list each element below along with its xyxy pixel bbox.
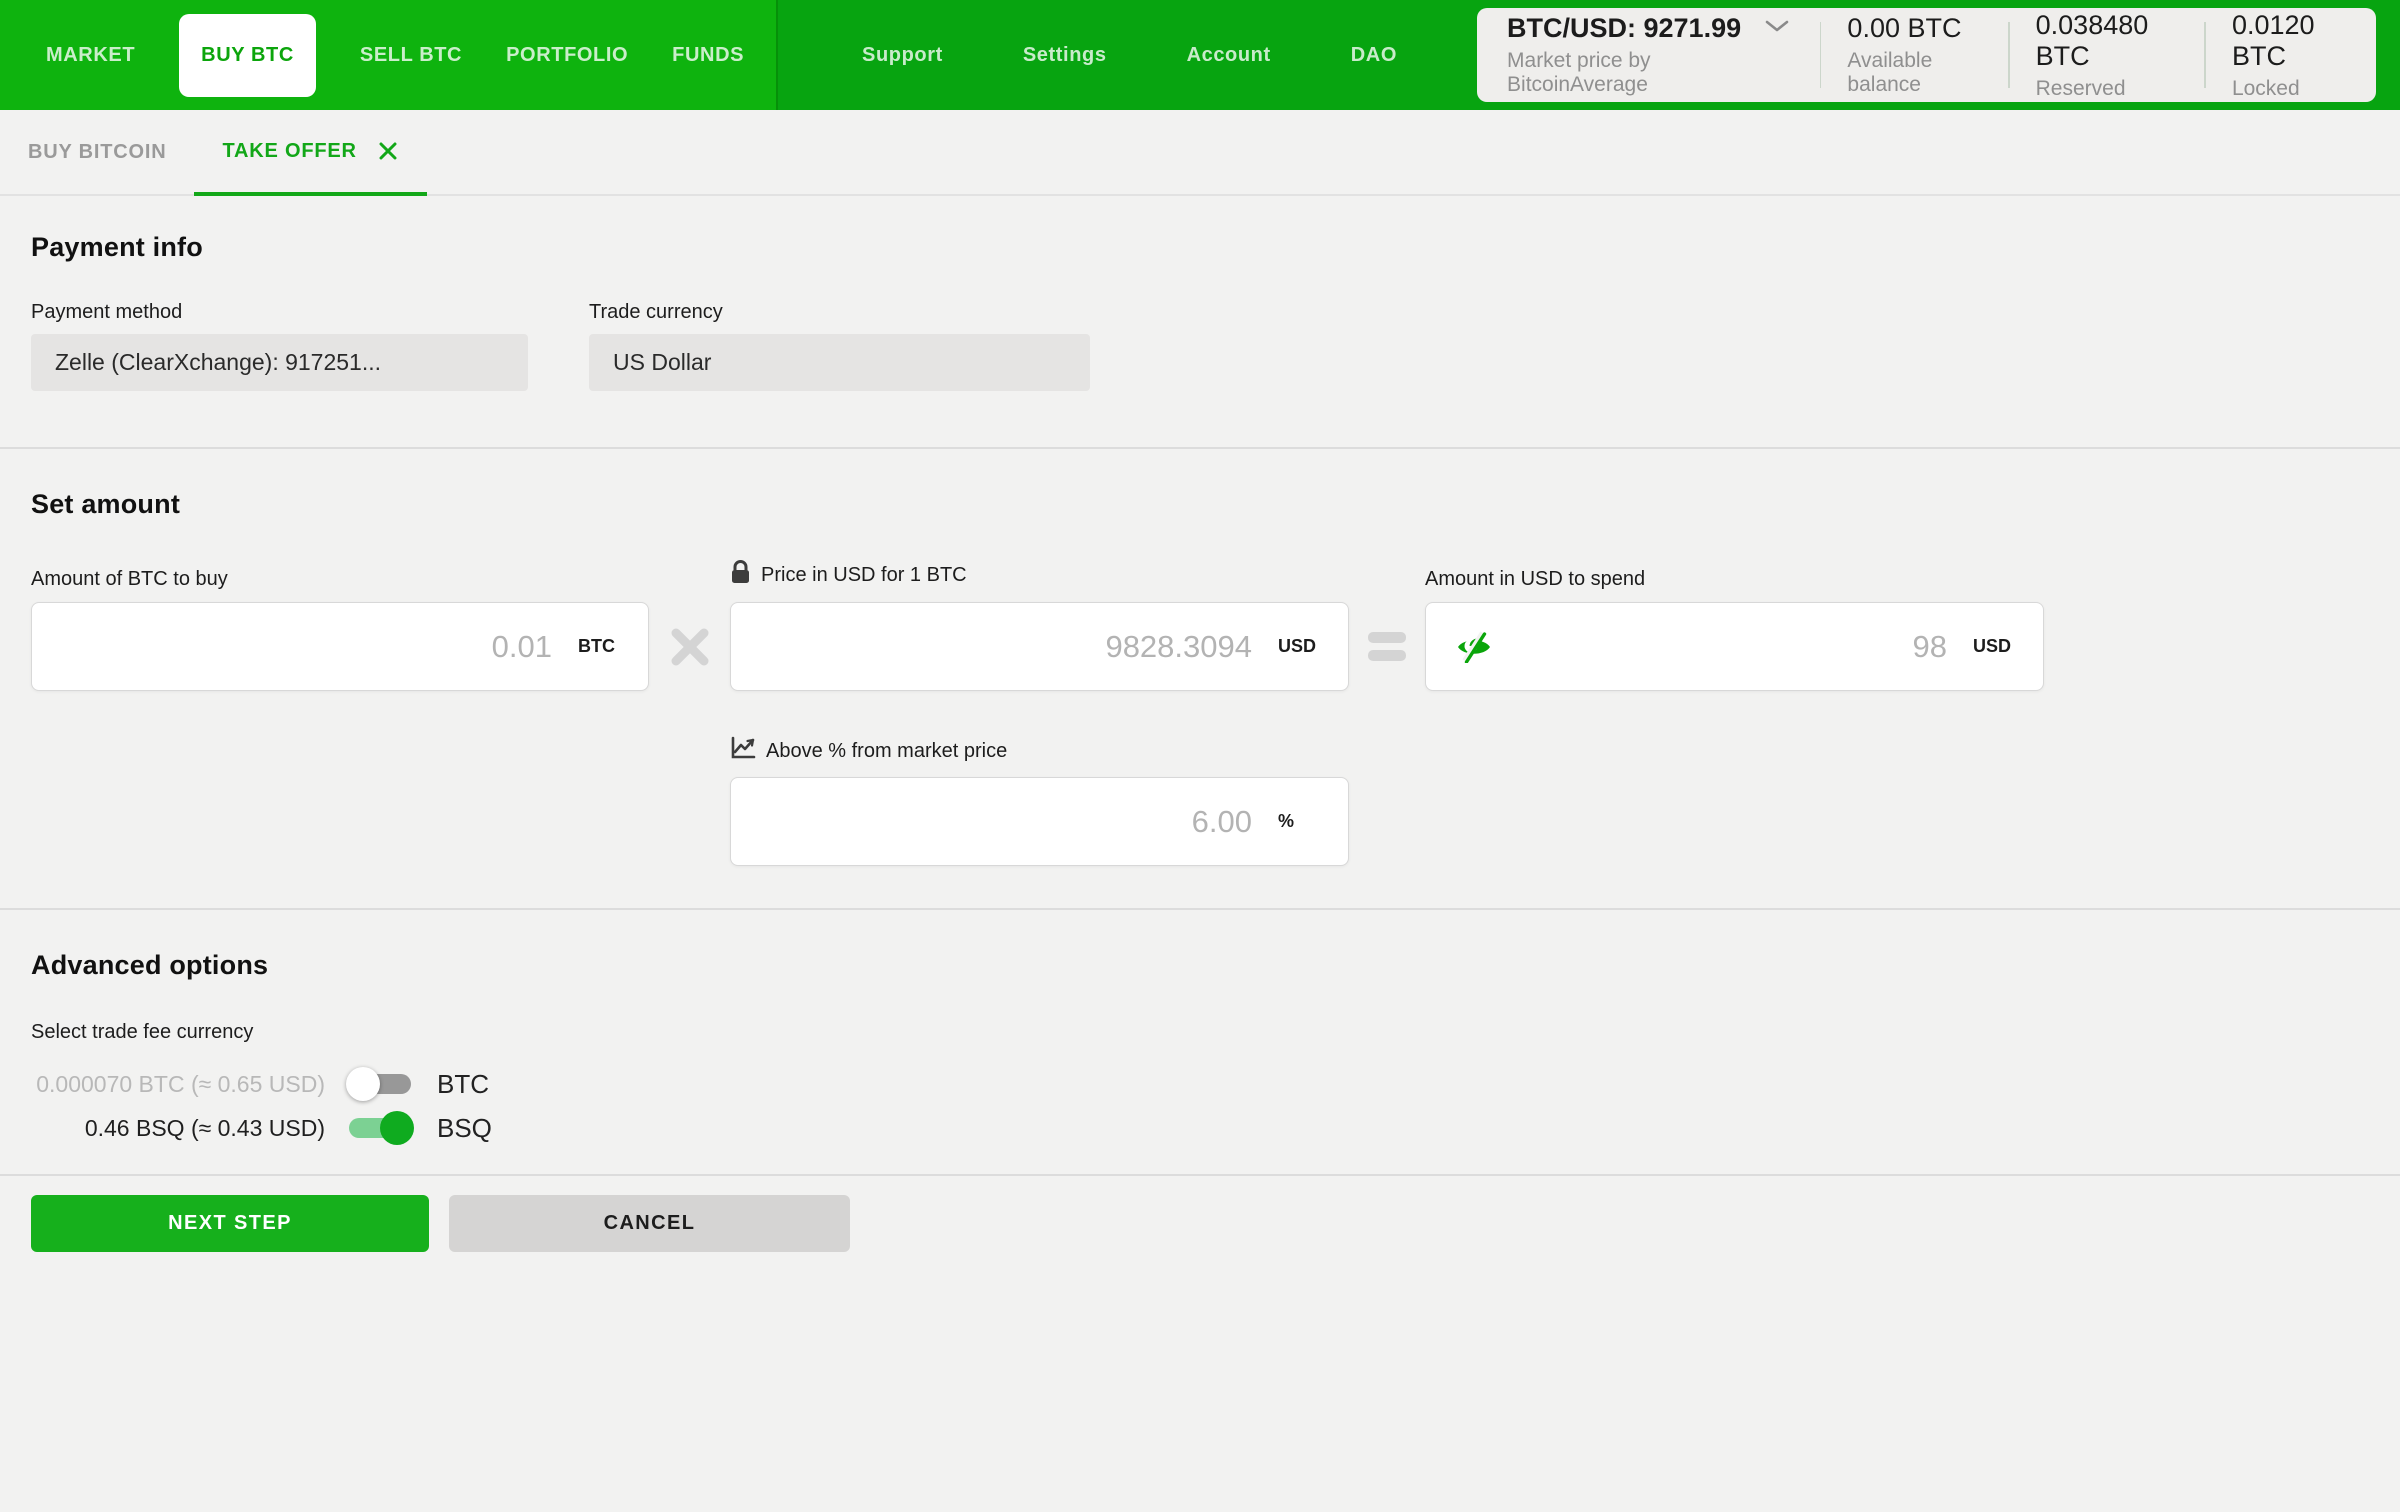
market-price-selector[interactable]: BTC/USD: 9271.99 Market price by Bitcoin… bbox=[1477, 8, 1820, 102]
payment-method-field: Zelle (ClearXchange): 917251... bbox=[31, 334, 528, 391]
cancel-button[interactable]: CANCEL bbox=[449, 1195, 850, 1252]
market-price-value: BTC/USD: 9271.99 bbox=[1507, 13, 1741, 44]
sub-tab-bar: BUY BITCOIN TAKE OFFER bbox=[0, 110, 2400, 196]
btc-toggle-label: BTC bbox=[437, 1069, 489, 1100]
amount-btc-input[interactable]: 0.01 BTC bbox=[31, 602, 649, 691]
locked-balance-label: Locked bbox=[2232, 77, 2350, 101]
close-icon[interactable] bbox=[377, 140, 399, 162]
nav-item-account[interactable]: Account bbox=[1187, 44, 1271, 67]
available-balance-label: Available balance bbox=[1847, 49, 1982, 97]
equals-icon bbox=[1349, 602, 1425, 691]
nav-item-sell-btc[interactable]: SELL BTC bbox=[360, 44, 462, 67]
percent-above-market-suffix: % bbox=[1278, 811, 1320, 832]
trade-currency-field: US Dollar bbox=[589, 334, 1090, 391]
market-price-source: Market price by BitcoinAverage bbox=[1507, 49, 1794, 97]
set-amount-title: Set amount bbox=[31, 489, 2400, 520]
advanced-options-section: Advanced options Select trade fee curren… bbox=[0, 910, 2400, 1174]
eye-off-icon bbox=[1454, 631, 1494, 663]
reserved-balance: 0.038480 BTC Reserved bbox=[2010, 8, 2205, 102]
tab-buy-bitcoin[interactable]: BUY BITCOIN bbox=[0, 110, 194, 194]
price-per-btc-suffix: USD bbox=[1278, 636, 1320, 657]
btc-fee-toggle[interactable] bbox=[349, 1074, 411, 1094]
bsq-fee-toggle[interactable] bbox=[349, 1118, 411, 1138]
amount-usd-label: Amount in USD to spend bbox=[1425, 568, 2044, 591]
price-per-btc-label: Price in USD for 1 BTC bbox=[761, 564, 967, 587]
available-balance: 0.00 BTC Available balance bbox=[1821, 8, 2008, 102]
fee-row-bsq: 0.46 BSQ (≈ 0.43 USD) BSQ bbox=[31, 1106, 2400, 1150]
nav-item-portfolio[interactable]: PORTFOLIO bbox=[506, 44, 628, 67]
payment-info-section: Payment info Payment method Zelle (Clear… bbox=[0, 196, 2400, 447]
set-amount-section: Set amount Amount of BTC to buy 0.01 BTC… bbox=[0, 449, 2400, 908]
percent-above-market-input[interactable]: 6.00 % bbox=[730, 777, 1349, 866]
bsq-toggle-label: BSQ bbox=[437, 1113, 492, 1144]
tab-take-offer-label: TAKE OFFER bbox=[222, 140, 356, 163]
price-per-btc-value: 9828.3094 bbox=[759, 629, 1252, 665]
nav-item-settings[interactable]: Settings bbox=[1023, 44, 1107, 67]
nav-item-buy-btc[interactable]: BUY BTC bbox=[179, 14, 316, 97]
action-buttons: NEXT STEP CANCEL bbox=[0, 1176, 2400, 1252]
main-nav-section: MARKET BUY BTC SELL BTC PORTFOLIO FUNDS bbox=[0, 0, 778, 110]
payment-method-value: Zelle (ClearXchange): 917251... bbox=[55, 349, 381, 376]
secondary-nav-section: Support Settings Account DAO BTC/USD: 92… bbox=[778, 0, 2400, 110]
amount-usd-suffix: USD bbox=[1973, 636, 2015, 657]
amount-btc-suffix: BTC bbox=[578, 636, 620, 657]
bsq-fee-amount: 0.46 BSQ (≈ 0.43 USD) bbox=[31, 1115, 325, 1142]
tab-take-offer[interactable]: TAKE OFFER bbox=[194, 110, 426, 196]
chart-icon bbox=[730, 736, 756, 766]
fee-row-btc: 0.000070 BTC (≈ 0.65 USD) BTC bbox=[31, 1062, 2400, 1106]
lock-icon bbox=[730, 560, 751, 591]
reserved-balance-value: 0.038480 BTC bbox=[2036, 10, 2179, 72]
amount-usd-input[interactable]: 98 USD bbox=[1425, 602, 2044, 691]
locked-balance-value: 0.0120 BTC bbox=[2232, 10, 2350, 72]
market-info-panel: BTC/USD: 9271.99 Market price by Bitcoin… bbox=[1477, 8, 2376, 102]
percent-above-market-label: Above % from market price bbox=[766, 740, 1007, 763]
nav-item-market[interactable]: MARKET bbox=[46, 44, 135, 67]
trade-currency-label: Trade currency bbox=[589, 301, 1090, 324]
trade-currency-value: US Dollar bbox=[613, 349, 711, 376]
chevron-down-icon[interactable] bbox=[1764, 18, 1790, 39]
btc-fee-amount: 0.000070 BTC (≈ 0.65 USD) bbox=[31, 1071, 325, 1098]
multiply-icon bbox=[649, 602, 730, 691]
nav-item-dao[interactable]: DAO bbox=[1351, 44, 1397, 67]
amount-btc-value: 0.01 bbox=[60, 629, 552, 665]
nav-item-support[interactable]: Support bbox=[862, 44, 943, 67]
locked-balance: 0.0120 BTC Locked bbox=[2206, 8, 2376, 102]
nav-item-funds[interactable]: FUNDS bbox=[672, 44, 744, 67]
payment-method-label: Payment method bbox=[31, 301, 528, 324]
amount-usd-value: 98 bbox=[1494, 629, 1947, 665]
advanced-options-title: Advanced options bbox=[31, 950, 2400, 981]
price-per-btc-input[interactable]: 9828.3094 USD bbox=[730, 602, 1349, 691]
available-balance-value: 0.00 BTC bbox=[1847, 13, 1982, 44]
payment-info-title: Payment info bbox=[31, 232, 2400, 263]
top-navigation: MARKET BUY BTC SELL BTC PORTFOLIO FUNDS … bbox=[0, 0, 2400, 110]
percent-above-market-value: 6.00 bbox=[759, 804, 1252, 840]
amount-btc-label: Amount of BTC to buy bbox=[31, 568, 649, 591]
next-step-button[interactable]: NEXT STEP bbox=[31, 1195, 429, 1252]
trade-fee-currency-label: Select trade fee currency bbox=[31, 1021, 2400, 1044]
reserved-balance-label: Reserved bbox=[2036, 77, 2179, 101]
